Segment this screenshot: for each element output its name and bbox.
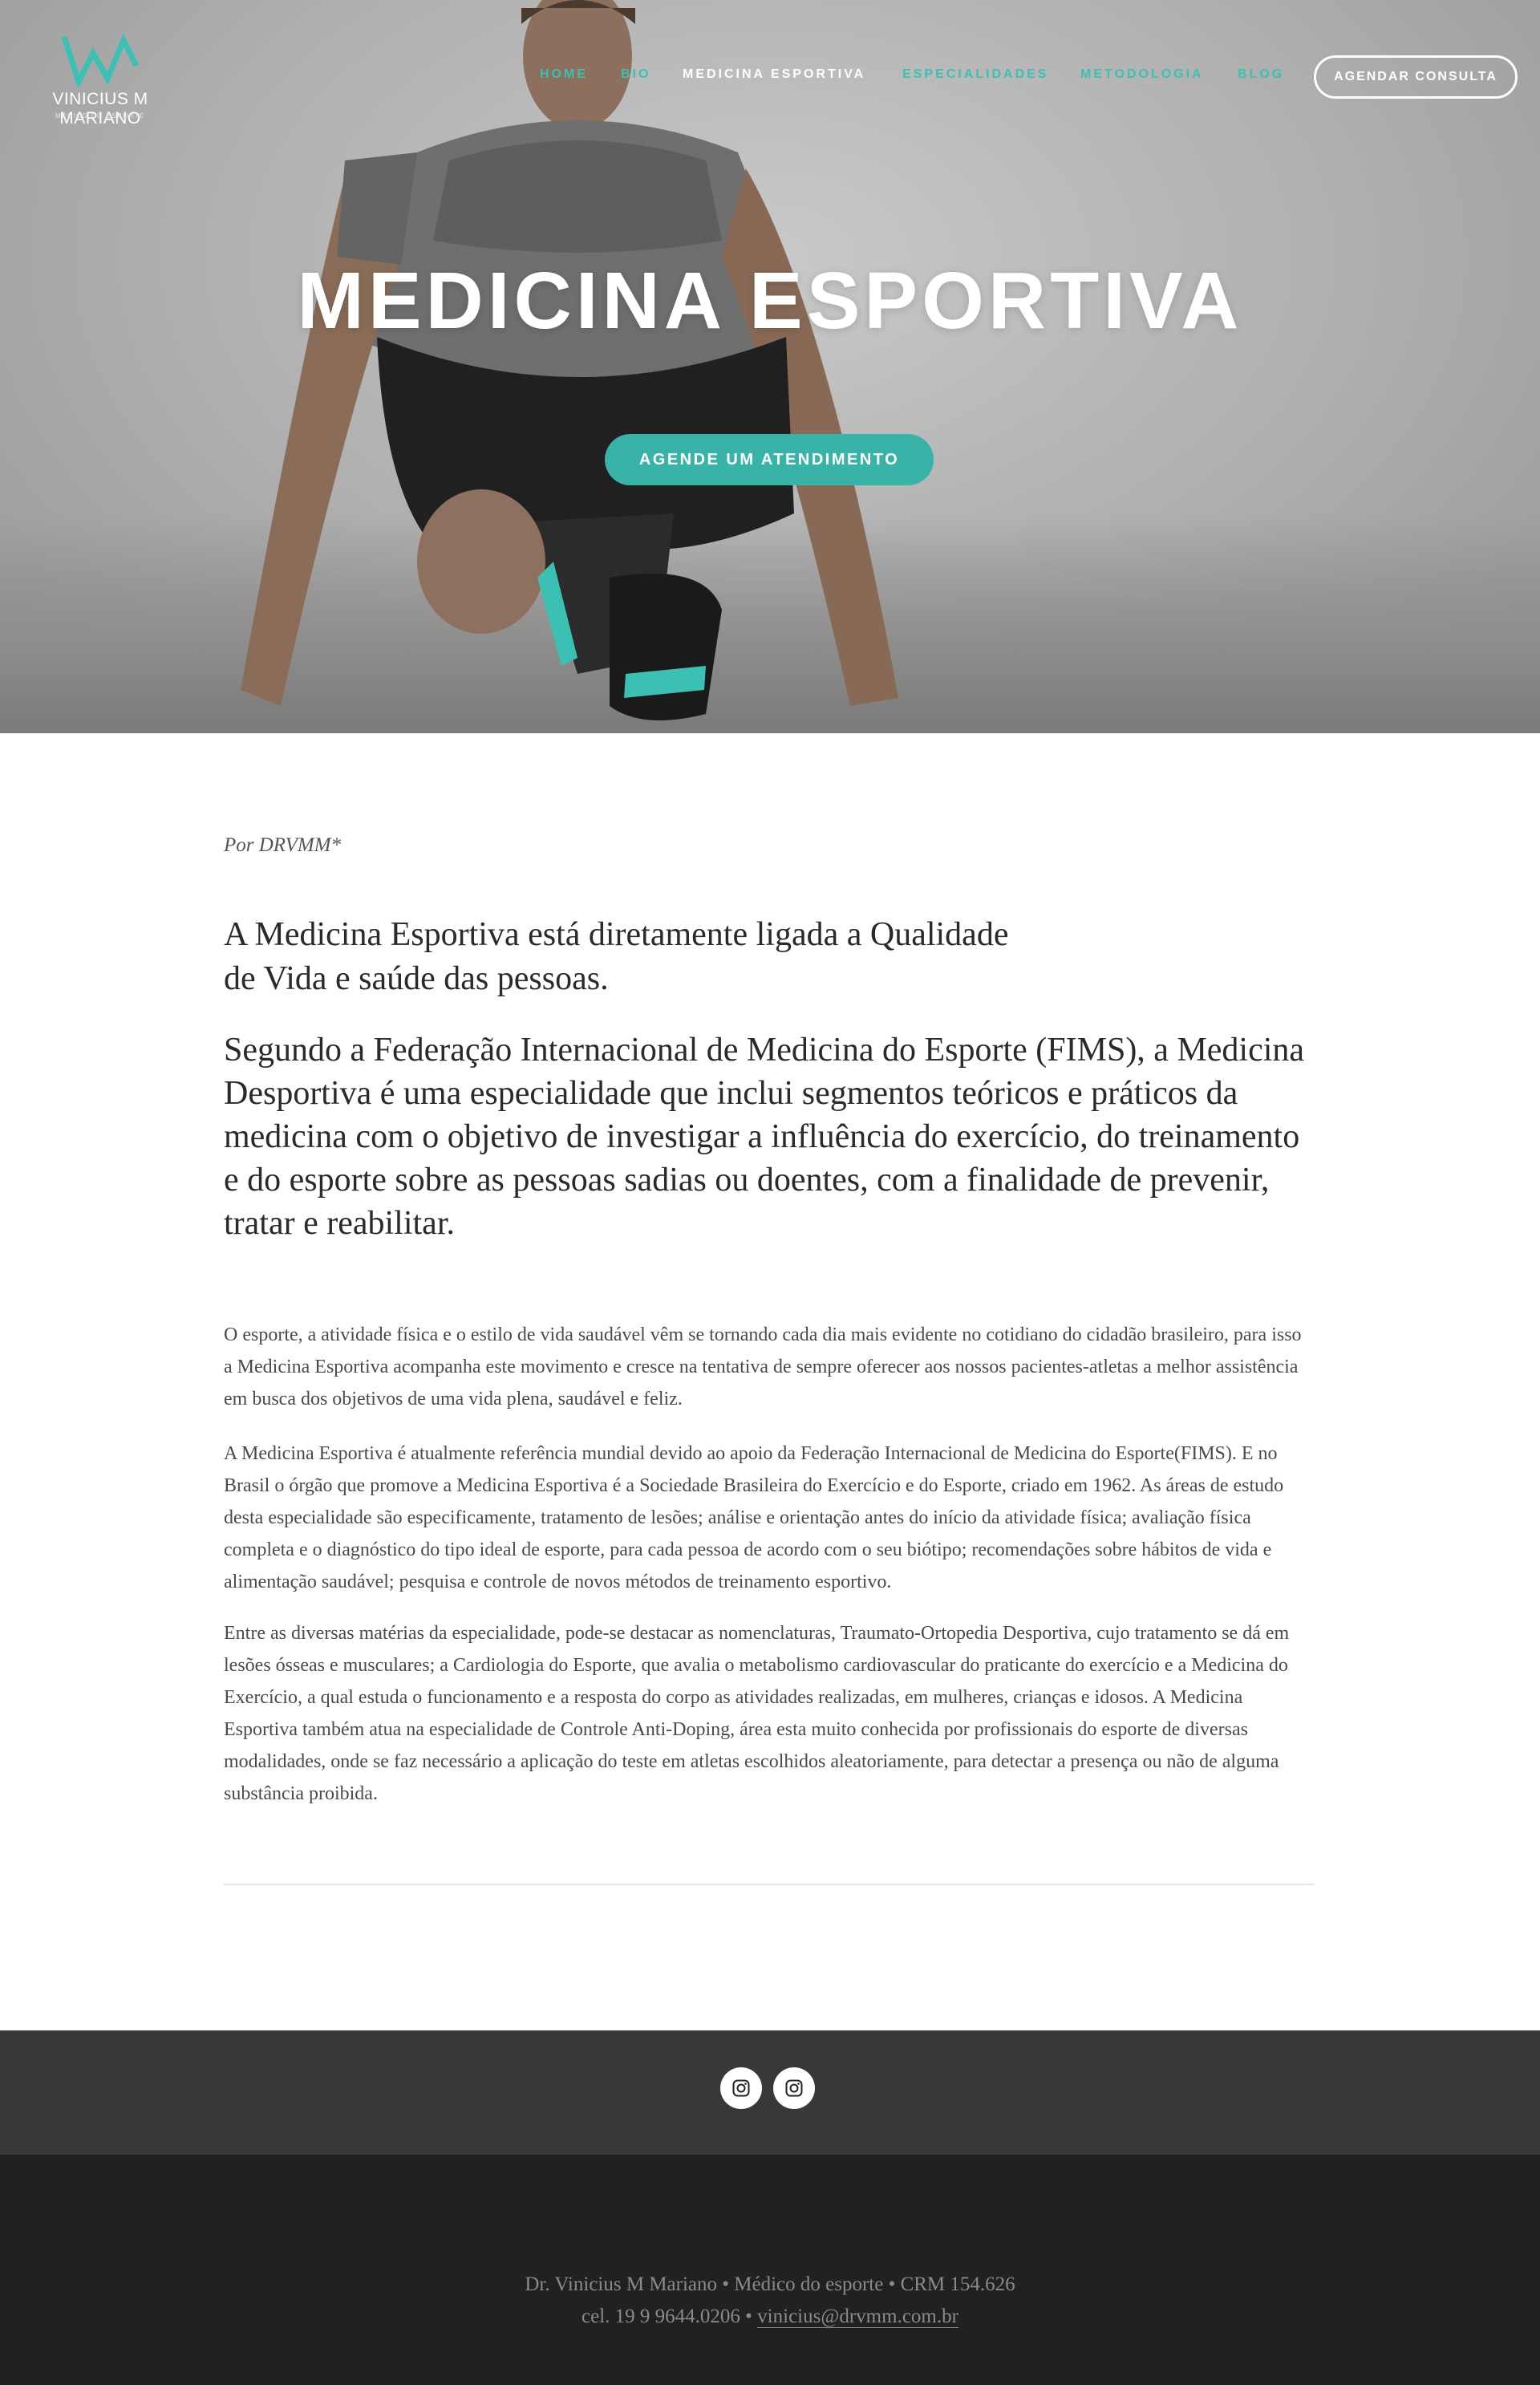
instagram-icon bbox=[732, 2079, 750, 2097]
nav-item-metodologia[interactable]: METODOLOGIA bbox=[1080, 67, 1204, 82]
logo-subtitle: MÉDICO DO ESPORTE bbox=[55, 112, 146, 120]
logo-name: VINICIUS M MARIANO bbox=[52, 90, 148, 128]
schedule-appointment-button[interactable]: AGENDAR CONSULTA bbox=[1314, 55, 1518, 99]
instagram-link-2[interactable] bbox=[773, 2067, 815, 2109]
footer-email-link[interactable]: vinicius@drvmm.com.br bbox=[757, 2306, 958, 2328]
main-nav: HOME BIO MEDICINA ESPORTIVA ESPECIALIDAD… bbox=[0, 67, 1540, 83]
nav-item-blog[interactable]: BLOG bbox=[1238, 67, 1284, 82]
hero-banner: VINICIUS M MARIANO MÉDICO DO ESPORTE HOM… bbox=[0, 0, 1540, 733]
article-paragraph: A Medicina Esportiva é atualmente referê… bbox=[224, 1443, 1284, 1592]
footer-contact: cel. 19 9 9644.0206 • vinicius@drvmm.com… bbox=[0, 2306, 1540, 2328]
instagram-icon bbox=[785, 2079, 803, 2097]
footer-phone: cel. 19 9 9644.0206 • bbox=[582, 2306, 758, 2327]
article-paragraph: O esporte, a atividade física e o estilo… bbox=[224, 1324, 1302, 1410]
athlete-photo bbox=[241, 0, 898, 720]
instagram-link-1[interactable] bbox=[720, 2067, 762, 2109]
footer-doctor-info: Dr. Vinicius M Mariano • Médico do espor… bbox=[525, 2273, 1015, 2295]
article-paragraph: Entre as diversas matérias da especialid… bbox=[224, 1623, 1290, 1804]
article-lead-intro: A Medicina Esportiva está diretamente li… bbox=[224, 916, 1009, 997]
article-byline: Por DRVMM* bbox=[224, 834, 342, 856]
social-bar bbox=[0, 2030, 1540, 2155]
page-title: MEDICINA ESPORTIVA bbox=[297, 256, 1243, 346]
article-body: Por DRVMM* A Medicina Esportiva está dir… bbox=[224, 834, 1315, 1804]
nav-item-home[interactable]: HOME bbox=[540, 67, 588, 82]
nav-item-especialidades[interactable]: ESPECIALIDADES bbox=[902, 67, 1048, 82]
nav-item-medicina-esportiva[interactable]: MEDICINA ESPORTIVA bbox=[683, 67, 865, 82]
nav-item-bio[interactable]: BIO bbox=[621, 67, 650, 82]
site-footer: Dr. Vinicius M Mariano • Médico do espor… bbox=[0, 2155, 1540, 2385]
content-divider bbox=[224, 1884, 1315, 1885]
article-lead-definition: Segundo a Federação Internacional de Med… bbox=[224, 1032, 1305, 1242]
book-appointment-button[interactable]: AGENDE UM ATENDIMENTO bbox=[605, 434, 934, 485]
